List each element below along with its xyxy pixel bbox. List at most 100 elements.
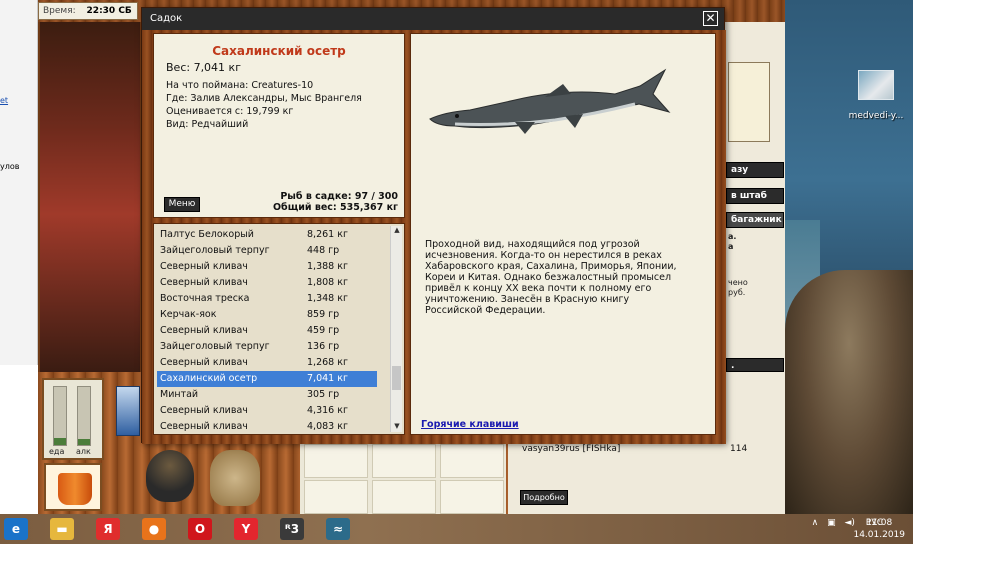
fish-list-weight: 4,316 кг [307, 405, 348, 416]
tray-network-icon[interactable]: ▣ [827, 518, 836, 528]
close-icon[interactable]: ✕ [703, 11, 718, 26]
inventory-cell[interactable] [304, 444, 368, 478]
fish-kind: Вид: Редчайший [166, 119, 249, 130]
screen: medvedi-y... et улов Время: 22:30 СБ еда… [0, 0, 1000, 562]
fish-list-row[interactable]: Восточная треска 1,348 кг [157, 291, 377, 307]
fish-list-row[interactable]: Зайцеголовый терпуг 448 гр [157, 243, 377, 259]
fish-list-weight: 859 гр [307, 309, 340, 320]
fish-list-row[interactable]: Зайцеголовый терпуг 136 гр [157, 339, 377, 355]
fish-pond-dialog: Садок ✕ Сахалинский осетр Вес: 7,041 кг … [141, 7, 726, 444]
taskbar-clock[interactable]: 11:08 14.01.2019 [853, 517, 905, 541]
inventory-grid [300, 440, 506, 514]
desktop-icon-medvedi[interactable]: medvedi-y... [846, 70, 906, 122]
fish-description: Проходной вид, находящийся под угрозой и… [425, 239, 677, 316]
alcohol-gauge-fill [78, 439, 90, 445]
scroll-down-icon[interactable]: ▼ [392, 422, 402, 432]
inventory-cell[interactable] [440, 480, 504, 514]
fish-list-name: Северный кливач [160, 357, 248, 368]
fish-list-row[interactable]: Северный кливач 4,316 кг [157, 403, 377, 419]
yandex-browser-icon[interactable]: Я [96, 518, 120, 540]
fish-list: Палтус Белокорый 8,261 кг Зайцеголовый тер… [153, 223, 405, 435]
cauldron-icon[interactable] [146, 450, 194, 502]
inventory-cell[interactable] [304, 480, 368, 514]
fish-list-name: Северный кливач [160, 277, 248, 288]
right-info-line: а. [728, 232, 737, 241]
fish-list-weight: 136 гр [307, 341, 340, 352]
clock-time: 11:08 [866, 518, 893, 528]
fish-list-row-selected[interactable]: Сахалинский осетр 7,041 кг [157, 371, 377, 387]
fish-list-row[interactable]: Северный кливач 1,268 кг [157, 355, 377, 371]
ie-icon[interactable]: e [4, 518, 28, 540]
right-info-line: руб. [728, 288, 746, 297]
sack-icon[interactable] [210, 450, 260, 506]
fish-list-weight: 459 гр [307, 325, 340, 336]
right-button-dot[interactable]: . [726, 358, 784, 372]
dialog-title: Садок ✕ [142, 8, 724, 30]
fish-list-name: Северный кливач [160, 325, 248, 336]
bait-box-icon[interactable] [116, 386, 140, 436]
tray-chevron-icon[interactable]: ∧ [812, 518, 819, 528]
player-name[interactable]: vasyan39rus [FISHka] [522, 444, 620, 454]
desktop-icon-label: medvedi-y... [848, 111, 904, 121]
fish-list-row[interactable]: Северный кливач 459 гр [157, 323, 377, 339]
food-gauge [53, 386, 67, 446]
hotkeys-link[interactable]: Горячие клавиши [421, 419, 519, 430]
fish-list-name: Восточная треска [160, 293, 250, 304]
yandex-icon[interactable]: Y [234, 518, 258, 540]
fish-list-row[interactable]: Палтус Белокорый 8,261 кг [157, 227, 377, 243]
fish-list-name: Северный кливач [160, 261, 248, 272]
fish-app-icon[interactable]: ≈ [326, 518, 350, 540]
fish-list-name: Северный кливач [160, 405, 248, 416]
game-time-display: Время: 22:30 СБ [38, 2, 138, 20]
fishing-game-icon[interactable]: ᴿ3 [280, 518, 304, 540]
right-info-text: а. а чено руб. [728, 232, 784, 298]
menu-button[interactable]: Меню [164, 197, 200, 212]
fish-list-name: Керчак-яок [160, 309, 217, 320]
fish-list-row[interactable]: Северный кливач 4,083 кг [157, 419, 377, 434]
fish-list-weight: 1,348 кг [307, 293, 348, 304]
alcohol-gauge-label: алк [76, 447, 91, 456]
fish-list-name: Палтус Белокорый [160, 229, 254, 240]
trunk-button[interactable]: багажник [726, 212, 784, 228]
bucket-slot[interactable] [44, 463, 102, 511]
player-count: 114 [730, 444, 748, 454]
fish-location: Где: Залив Александры, Мыс Врангеля [166, 93, 362, 104]
firefox-icon[interactable]: ● [142, 518, 166, 540]
folder-icon[interactable]: ▬ [50, 518, 74, 540]
desktop-wallpaper-bear [785, 270, 913, 514]
fish-list-row[interactable]: Минтай 305 гр [157, 387, 377, 403]
map-thumbnail[interactable] [728, 62, 770, 142]
fish-list-weight: 448 гр [307, 245, 340, 256]
fish-list-scrollbar[interactable]: ▲ ▼ [390, 226, 402, 432]
headquarters-button[interactable]: в штаб [726, 188, 784, 204]
right-info-line: чено [728, 278, 748, 287]
fish-picture-panel: Проходной вид, находящийся под угрозой и… [410, 33, 716, 435]
fish-list-weight: 1,808 кг [307, 277, 348, 288]
time-value: 22:30 СБ [86, 6, 132, 16]
fish-list-row[interactable]: Северный кливач 1,808 кг [157, 275, 377, 291]
opera-icon[interactable]: O [188, 518, 212, 540]
time-label: Время: [43, 6, 76, 16]
scroll-up-icon[interactable]: ▲ [392, 226, 402, 236]
status-gauges: еда алк [42, 378, 104, 460]
fish-list-row[interactable]: Керчак-яок 859 гр [157, 307, 377, 323]
image-file-icon [858, 70, 894, 100]
right-info-line: а [728, 242, 734, 251]
bucket-icon [58, 473, 92, 505]
fish-caught-on: На что поймана: Creatures-10 [166, 80, 314, 91]
fish-list-weight: 1,268 кг [307, 357, 348, 368]
inventory-cell[interactable] [440, 444, 504, 478]
inventory-cell[interactable] [372, 480, 436, 514]
alcohol-gauge [77, 386, 91, 446]
book-scene-image [40, 22, 140, 372]
details-button[interactable]: Подробно [520, 490, 568, 505]
fish-info-panel: Сахалинский осетр Вес: 7,041 кг На что п… [153, 33, 405, 218]
inventory-cell[interactable] [372, 444, 436, 478]
background-window-partial[interactable]: et улов [0, 0, 38, 365]
dialog-title-text: Садок [150, 13, 183, 24]
right-button-1[interactable]: азу [726, 162, 784, 178]
fish-list-weight: 305 гр [307, 389, 340, 400]
fish-list-row[interactable]: Северный кливач 1,388 кг [157, 259, 377, 275]
left-link[interactable]: et [0, 96, 8, 105]
scroll-thumb[interactable] [392, 366, 401, 390]
